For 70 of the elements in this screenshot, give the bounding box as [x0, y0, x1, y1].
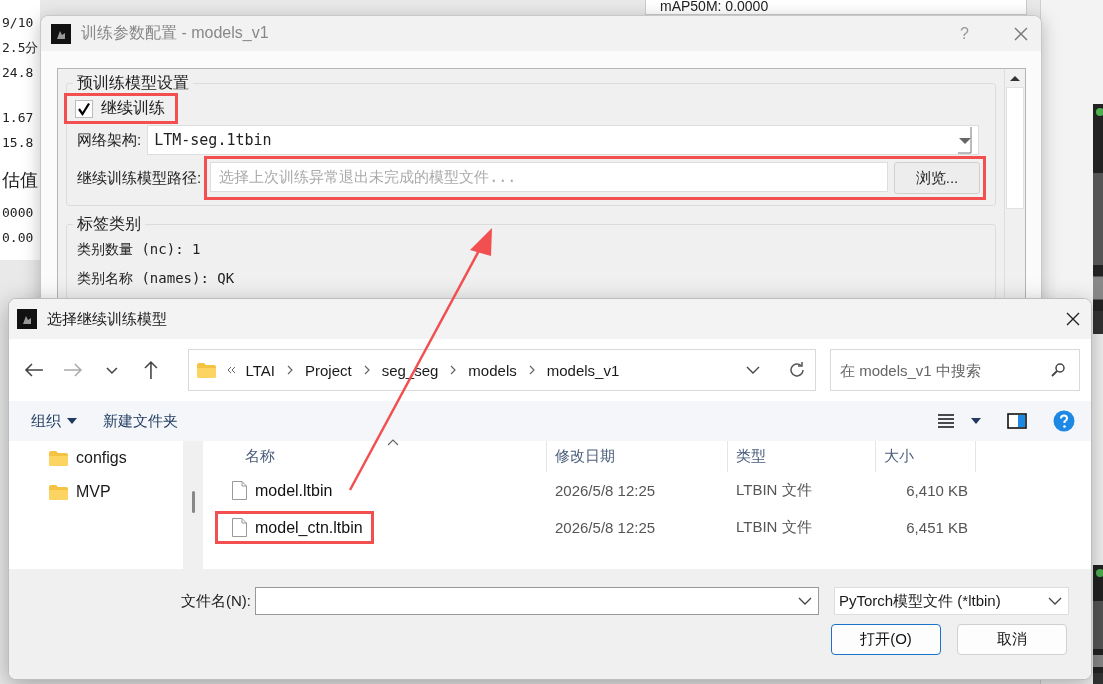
metric-value: 0.00 — [2, 229, 35, 247]
window-title: 训练参数配置 - models_v1 — [81, 23, 270, 43]
date-cell-text: 2026/5/8 12:25 — [554, 482, 657, 499]
chevron-down-icon[interactable] — [1048, 596, 1062, 606]
caret-icon[interactable] — [971, 418, 981, 424]
app-logo-icon — [51, 23, 71, 44]
sort-chevron-icon — [387, 438, 399, 446]
date-cell-text: 2026/5/8 12:25 — [554, 519, 657, 536]
folder-icon — [49, 450, 68, 466]
breadcrumb-item[interactable]: models_v1 — [546, 361, 620, 379]
caret-icon[interactable] — [67, 418, 77, 424]
list-view-icon[interactable] — [937, 413, 955, 429]
model-path-field[interactable]: 选择上次训练异常退出未完成的模型文件... — [210, 162, 888, 192]
size-cell-text: 6,410 KB — [905, 482, 969, 499]
file-name[interactable]: model_ctn.ltbin — [218, 514, 371, 541]
column-header[interactable]: 类型 — [728, 441, 876, 472]
metric-value: 24.8 — [2, 64, 35, 82]
column-header[interactable]: 大小 — [876, 441, 976, 472]
metric-value: 估值 — [2, 169, 39, 190]
search-field[interactable]: 在 models_v1 中搜索 — [830, 349, 1080, 391]
info-text: 类别名称 (names): QK — [76, 269, 236, 288]
organize-menu[interactable]: 组织 — [31, 411, 77, 431]
filename-field[interactable] — [255, 587, 819, 615]
metric-value: 9/10 — [2, 14, 35, 32]
resume-checkbox[interactable]: 继续训练 — [67, 96, 175, 121]
folder-icon — [49, 484, 68, 500]
scrollbar-thumb[interactable] — [191, 491, 195, 513]
type-cell-text: LTBIN 文件 — [735, 481, 813, 500]
breadcrumb-item[interactable]: models — [468, 361, 517, 379]
group-title: 预训练模型设置 — [76, 73, 190, 93]
preview-pane-icon[interactable] — [1007, 413, 1027, 429]
type-cell-text: LTBIN 文件 — [735, 518, 813, 537]
checkmark-icon — [77, 101, 91, 116]
file-type-dropdown[interactable]: PyTorch模型文件 (*ltbin) — [834, 587, 1069, 615]
help-icon[interactable] — [1053, 410, 1075, 432]
metric-value: 2.5分 — [2, 39, 40, 57]
refresh-icon[interactable] — [787, 360, 807, 380]
new-folder-button[interactable]: 新建文件夹 — [103, 411, 178, 431]
close-icon[interactable] — [1065, 311, 1081, 327]
file-icon — [232, 481, 247, 500]
group-title: 标签类别 — [76, 214, 142, 234]
folder-icon — [196, 362, 216, 378]
breadcrumb-item[interactable]: LTAI — [245, 361, 275, 379]
breadcrumb-item[interactable]: Project — [304, 361, 352, 379]
metric-text: mAP50M: 0.0000 — [660, 0, 769, 14]
window-title: 选择继续训练模型 — [47, 309, 168, 329]
architecture-dropdown[interactable]: LTM-seg.1tbin — [147, 125, 979, 155]
overflow-chevron-icon[interactable] — [225, 365, 236, 375]
column-header[interactable]: 名称 — [203, 441, 547, 472]
field-label: 文件名(N): — [181, 591, 251, 611]
app-logo-icon — [17, 309, 37, 329]
nav-item[interactable]: MVP — [49, 483, 183, 501]
metric-value: 1.67 — [2, 109, 35, 127]
chevron-down-icon[interactable] — [798, 596, 812, 606]
field-label: 网络架构: — [77, 130, 142, 150]
browse-button[interactable]: 浏览... — [894, 162, 980, 194]
field-label: 继续训练模型路径: — [77, 168, 202, 188]
size-cell-text: 6,451 KB — [905, 519, 969, 536]
scrollbar-thumb[interactable] — [1006, 87, 1024, 209]
dropdown-arrow-icon[interactable] — [958, 125, 972, 155]
cancel-button[interactable]: 取消 — [957, 624, 1067, 655]
search-icon[interactable] — [1050, 362, 1066, 378]
column-header[interactable]: 修改日期 — [547, 441, 728, 472]
info-text: 类别数量 (nc): 1 — [76, 240, 202, 259]
metric-value: 15.8 — [2, 134, 35, 152]
file-name[interactable]: model.ltbin — [218, 477, 341, 504]
metric-value: 0000 — [2, 204, 35, 222]
nav-item[interactable]: configs — [49, 449, 183, 467]
file-icon — [232, 518, 247, 537]
open-button[interactable]: 打开(O) — [831, 624, 941, 655]
